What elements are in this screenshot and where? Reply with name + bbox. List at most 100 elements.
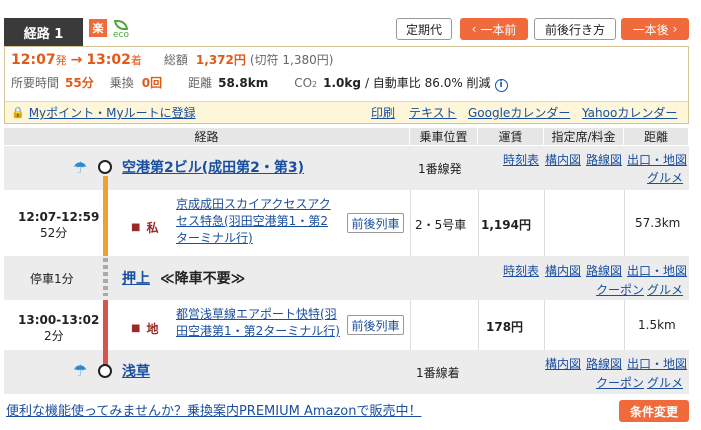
segment-time: 13:00-13:02 bbox=[18, 313, 100, 327]
next-train-button[interactable]: 一本後 › bbox=[621, 18, 689, 40]
timetable-link[interactable]: 時刻表 bbox=[503, 262, 539, 279]
umbrella-icon: ☂ bbox=[73, 361, 88, 380]
exit-map-link[interactable]: 出口・地図 bbox=[627, 262, 687, 279]
duration-label: 所要時間 bbox=[11, 76, 60, 90]
transfer-value: 0回 bbox=[141, 76, 163, 90]
adjacent-trains-button[interactable]: 前後列車 bbox=[347, 315, 404, 335]
line-name-1: 都営浅草線エアポート快特(羽 bbox=[176, 307, 337, 321]
line-name-2: セス特急(羽田空港第1・第2 bbox=[176, 214, 328, 228]
print-link[interactable]: 印刷 bbox=[371, 104, 395, 121]
chevron-left-icon: ‹ bbox=[471, 22, 477, 36]
arrow: → bbox=[70, 52, 83, 68]
eco-label: eco bbox=[113, 30, 129, 40]
route-map-link[interactable]: 路線図 bbox=[586, 262, 622, 279]
eco-badge: eco bbox=[110, 18, 132, 40]
line-name-link[interactable]: 京成成田スカイアクセスアク セス特急(羽田空港第1・第2 ターミナル行) bbox=[176, 196, 331, 247]
departure-time: 12:07 bbox=[11, 52, 56, 68]
adjacent-trains-button[interactable]: 前後列車 bbox=[347, 213, 404, 233]
route-tab[interactable]: 経路 1 bbox=[4, 18, 83, 46]
platform-text: 1番線着 bbox=[416, 366, 460, 380]
fare-label: 総額 bbox=[163, 53, 188, 67]
arrival-suffix: 着 bbox=[130, 54, 142, 67]
co2-compare: / 自動車比 86.0% 削減 bbox=[364, 76, 491, 90]
segment-fare: 1,194円 bbox=[481, 218, 531, 232]
line-name-link[interactable]: 都営浅草線エアポート快特(羽 田空港第1・第2ターミナル行) bbox=[176, 306, 340, 340]
table-header: 経路 乗車位置 運賃 指定席/料金 距離 bbox=[4, 128, 689, 145]
stop-duration: 停車1分 bbox=[30, 272, 74, 286]
private-line-label: 私 bbox=[146, 221, 159, 235]
line-name-2: 田空港第1・第2ターミナル行) bbox=[176, 324, 340, 338]
col-route: 経路 bbox=[4, 128, 410, 145]
route-map-link[interactable]: 路線図 bbox=[586, 355, 622, 372]
register-myroute-link[interactable]: Myポイント・Myルートに登録 bbox=[29, 104, 196, 121]
station-link-narita-t2[interactable]: 空港第2ビル(成田第2・第3) bbox=[122, 157, 304, 177]
change-conditions-button[interactable]: 条件変更 bbox=[619, 400, 689, 422]
station-link-asakusa[interactable]: 浅草 bbox=[122, 361, 150, 381]
umbrella-icon: ☂ bbox=[73, 158, 88, 177]
platform-text: 1番線発 bbox=[418, 162, 462, 176]
boarding-position: 2・5号車 bbox=[415, 218, 467, 232]
subway-label: 地 bbox=[146, 322, 159, 336]
segment-distance: 1.5km bbox=[638, 318, 676, 332]
duration-value: 55分 bbox=[65, 76, 94, 90]
gourmet-link[interactable]: グルメ bbox=[647, 169, 683, 186]
fare-value: 1,372円 bbox=[195, 53, 246, 67]
col-reserved: 指定席/料金 bbox=[544, 128, 624, 145]
station-map-link[interactable]: 構内図 bbox=[545, 262, 581, 279]
coupon-link[interactable]: クーポン bbox=[596, 281, 644, 298]
route-map-link[interactable]: 路線図 bbox=[586, 151, 622, 168]
station-map-link[interactable]: 構内図 bbox=[545, 151, 581, 168]
no-alight-note: ≪降車不要≫ bbox=[160, 271, 246, 287]
train-icon: ■ bbox=[131, 222, 141, 233]
leaf-icon bbox=[114, 20, 128, 30]
distance-label: 距離 bbox=[188, 76, 213, 90]
yahoo-calendar-link[interactable]: Yahooカレンダー bbox=[582, 104, 677, 121]
next-train-label: 一本後 bbox=[632, 22, 669, 37]
prev-train-button[interactable]: ‹ 一本前 bbox=[460, 18, 528, 40]
transfer-label: 乗換 bbox=[109, 76, 134, 90]
around-route-button[interactable]: 前後行き方 bbox=[534, 18, 616, 40]
distance-value: 58.8km bbox=[218, 76, 269, 90]
lock-icon: 🔒 bbox=[11, 106, 25, 119]
segment-duration: 52分 bbox=[40, 226, 68, 240]
timetable-link[interactable]: 時刻表 bbox=[503, 151, 539, 168]
segment-time: 12:07-12:59 bbox=[18, 210, 100, 224]
teikiken-button[interactable]: 定期代 bbox=[396, 18, 452, 40]
co2-label: CO bbox=[294, 76, 313, 90]
summary-action-bar: 🔒 Myポイント・Myルートに登録 印刷 テキスト Googleカレンダー Ya… bbox=[5, 101, 688, 123]
google-calendar-link[interactable]: Googleカレンダー bbox=[468, 104, 570, 121]
chevron-right-icon: › bbox=[672, 22, 678, 36]
transfer-stay-line bbox=[103, 258, 108, 296]
col-position: 乗車位置 bbox=[410, 128, 478, 145]
premium-promo-link[interactable]: 便利な機能使ってみませんか？乗換案内PREMIUM Amazonで販売中！ bbox=[6, 400, 422, 419]
station-link-oshiage[interactable]: 押上 bbox=[122, 268, 150, 288]
prev-train-label: 一本前 bbox=[480, 22, 517, 37]
gourmet-link[interactable]: グルメ bbox=[647, 281, 683, 298]
raku-badge: 楽 bbox=[89, 19, 107, 37]
train-icon: ■ bbox=[131, 323, 141, 334]
col-fare: 運賃 bbox=[478, 128, 544, 145]
ticket-fare: (切符 1,380円) bbox=[249, 53, 334, 67]
departure-suffix: 発 bbox=[55, 54, 67, 67]
station-dot-icon bbox=[98, 160, 112, 174]
exit-map-link[interactable]: 出口・地図 bbox=[627, 355, 687, 372]
exit-map-link[interactable]: 出口・地図 bbox=[627, 151, 687, 168]
line-name-1: 京成成田スカイアクセスアク bbox=[176, 197, 331, 211]
coupon-link[interactable]: クーポン bbox=[596, 374, 644, 391]
segment-distance: 57.3km bbox=[635, 216, 681, 230]
col-distance: 距離 bbox=[624, 128, 689, 145]
info-icon[interactable]: i bbox=[494, 78, 508, 92]
co2-subscript: 2 bbox=[312, 80, 318, 89]
station-dot-icon bbox=[98, 364, 112, 378]
train-type: ■ 私 bbox=[131, 219, 158, 236]
station-map-link[interactable]: 構内図 bbox=[545, 355, 581, 372]
gourmet-link[interactable]: グルメ bbox=[647, 374, 683, 391]
arrival-time: 13:02 bbox=[86, 52, 131, 68]
segment-fare: 178円 bbox=[486, 320, 524, 334]
segment-duration: 2分 bbox=[44, 329, 64, 343]
text-link[interactable]: テキスト bbox=[409, 104, 457, 121]
line-name-3: ターミナル行) bbox=[176, 231, 253, 245]
co2-value: 1.0kg bbox=[323, 76, 361, 90]
segment-line-1 bbox=[103, 176, 108, 258]
train-type: ■ 地 bbox=[131, 320, 158, 337]
